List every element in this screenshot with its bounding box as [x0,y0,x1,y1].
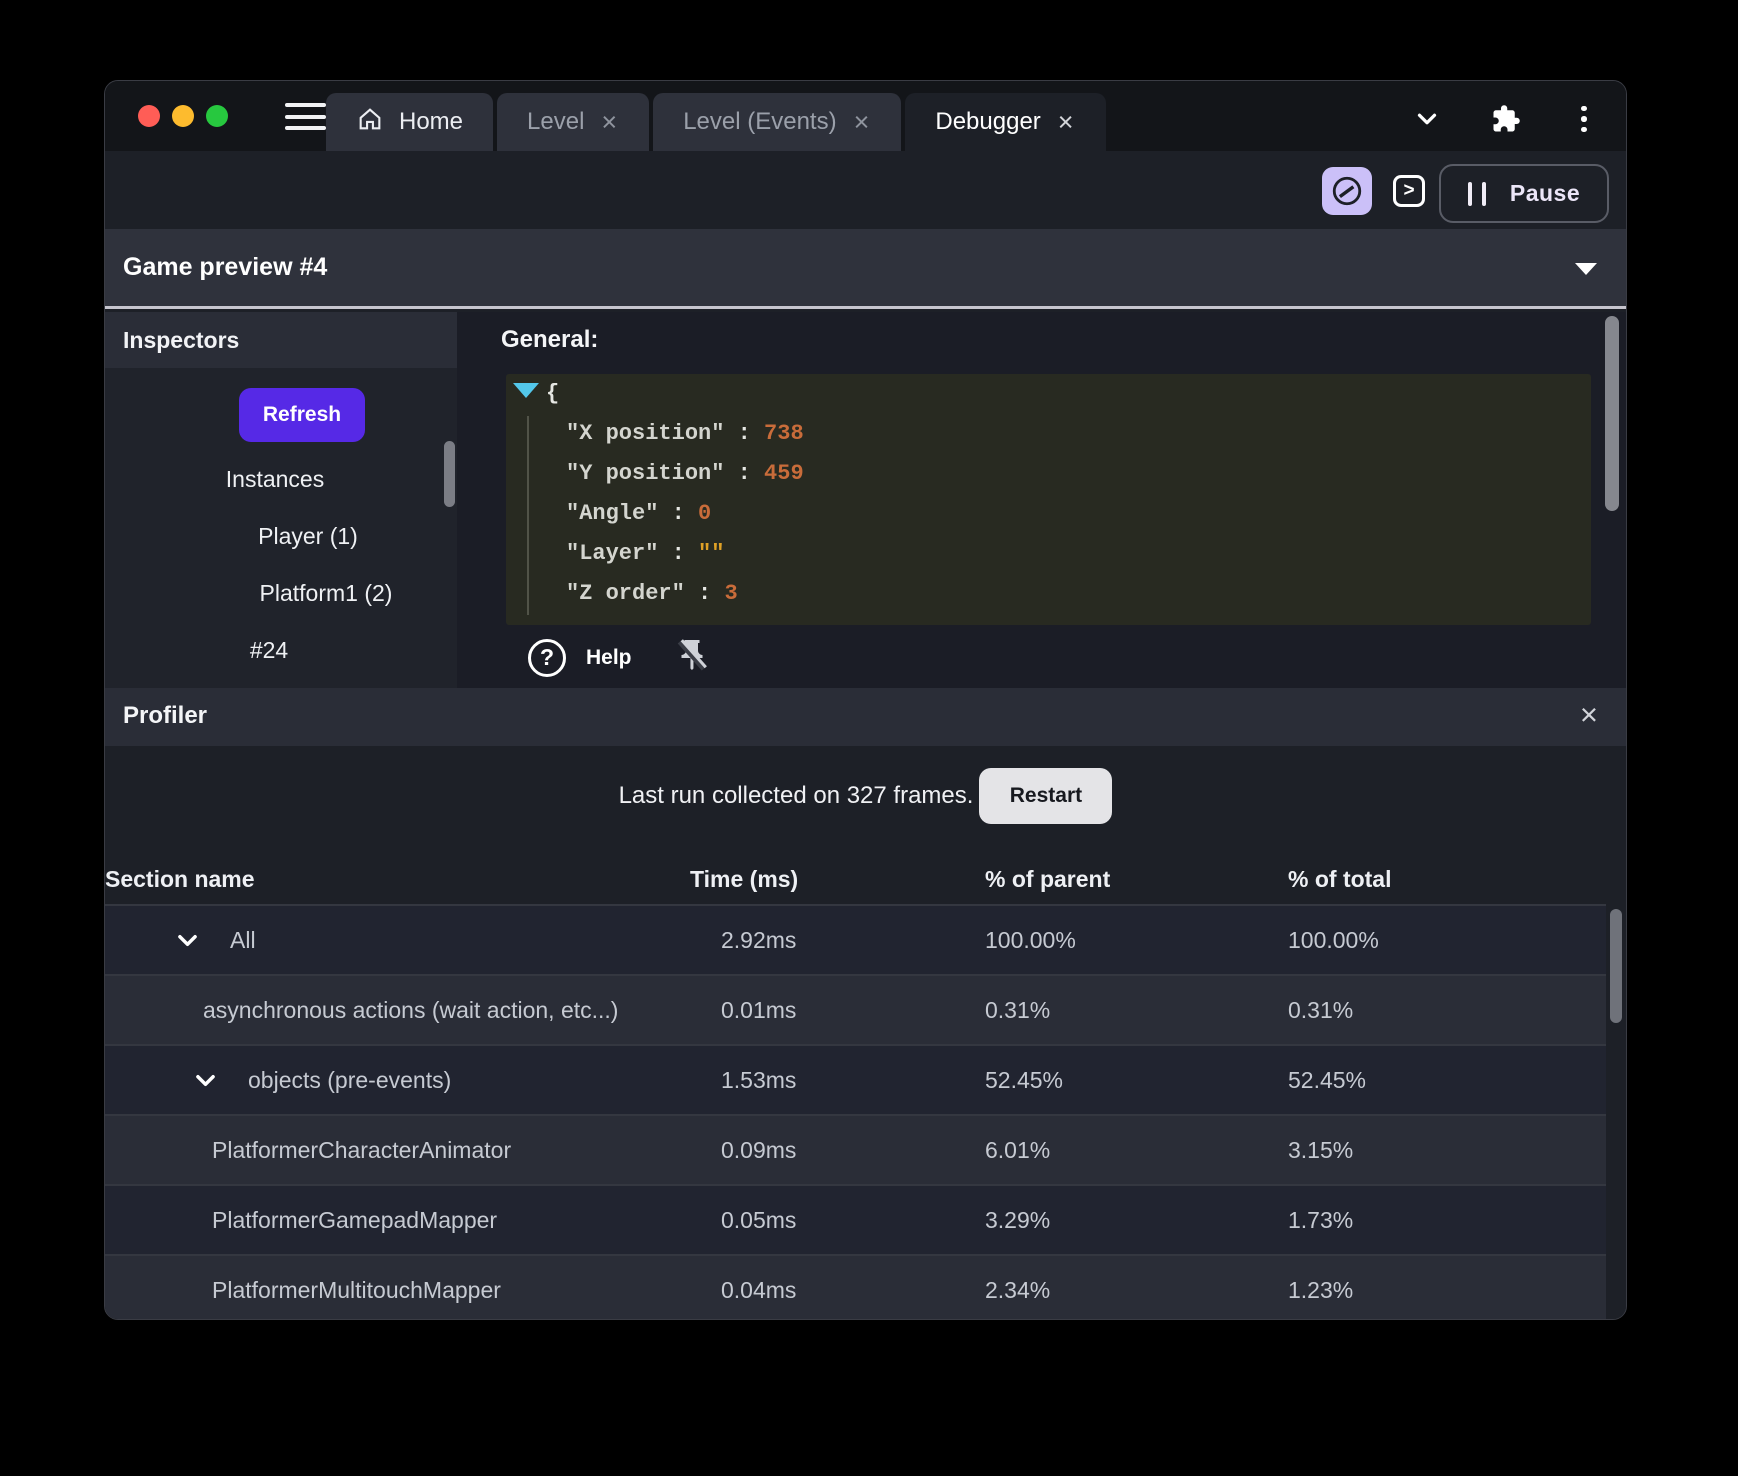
help-label[interactable]: Help [586,646,632,670]
debugger-window: Home Level × Level (Events) × Debugger × [104,80,1627,1320]
inspectors-header: Inspectors [105,312,457,368]
inspectors-panel: Inspectors Refresh Instances Player (1) … [105,312,457,688]
col-header-time: Time (ms) [690,865,799,892]
tab-bar: Home Level × Level (Events) × Debugger × [326,93,1106,151]
chevron-down-icon[interactable] [1575,263,1597,275]
chevron-down-icon[interactable] [190,1067,221,1093]
code-line: "Layer" : "" [566,541,725,566]
tab-label: Level (Events) [683,108,837,135]
general-panel: General: { "X position" : 738 "Y positio… [457,312,1626,688]
minimize-window-button[interactable] [172,105,194,127]
profiler-status-text: Last run collected on 327 frames. [618,782,974,809]
code-line: { [546,381,560,406]
profiler-table: Section name Time (ms) % of parent % of … [105,854,1626,1319]
tab-strip: Home Level × Level (Events) × Debugger × [105,81,1626,151]
code-line: "Z order" : 3 [566,581,738,606]
help-icon[interactable]: ? [528,638,566,677]
col-header-section: Section name [105,865,255,892]
tab-label: Home [399,108,464,135]
game-preview-title: Game preview #4 [123,253,328,281]
col-header-parent: % of parent [985,865,1111,892]
table-row[interactable]: All 2.92ms 100.00% 100.00% [105,904,1626,974]
tree-item-24[interactable]: #24 [105,637,445,664]
game-preview-header[interactable]: Game preview #4 [105,229,1626,309]
close-icon[interactable]: × [1056,108,1076,136]
window-controls [138,105,228,127]
instance-json-view: { "X position" : 738 "Y position" : 459 … [506,374,1591,625]
close-window-button[interactable] [138,105,160,127]
general-title: General: [501,326,599,353]
pause-button[interactable]: Pause [1439,164,1609,223]
code-line: "Y position" : 459 [566,461,804,486]
table-row[interactable]: PlatformerMultitouchMapper 0.04ms 2.34% … [105,1254,1626,1319]
table-row[interactable]: asynchronous actions (wait action, etc..… [105,974,1626,1044]
inspectors-scrollbar-thumb[interactable] [444,441,455,507]
table-row[interactable]: objects (pre-events) 1.53ms 52.45% 52.45… [105,1044,1626,1114]
col-header-total: % of total [1288,865,1392,892]
extensions-puzzle-icon[interactable] [1490,103,1522,135]
profiler-scrollbar-thumb[interactable] [1610,909,1622,1023]
tree-item-instances[interactable]: Instances [105,466,451,493]
tab-level[interactable]: Level × [497,93,650,151]
table-row[interactable]: PlatformerCharacterAnimator 0.09ms 6.01%… [105,1114,1626,1184]
indent-guide [527,416,529,615]
general-scrollbar-thumb[interactable] [1605,316,1619,511]
inspector-panels: Inspectors Refresh Instances Player (1) … [105,312,1626,688]
menu-icon[interactable] [285,103,326,130]
pause-label: Pause [1509,180,1581,206]
kebab-menu-icon[interactable] [1568,103,1600,135]
tree-item-platform1[interactable]: Platform1 (2) [150,580,502,607]
home-icon [356,105,384,140]
code-line: "Angle" : 0 [566,501,712,526]
close-icon[interactable]: × [599,108,619,136]
code-line: "X position" : 738 [566,421,804,446]
profiler-body: Last run collected on 327 frames. Restar… [105,746,1626,1319]
console-prompt: > [1403,180,1415,201]
profiler-gauge-button[interactable] [1322,167,1372,215]
pin-slash-icon[interactable] [674,636,710,679]
tab-debugger[interactable]: Debugger × [905,93,1106,151]
inspectors-title: Inspectors [123,326,240,353]
pause-icon [1467,181,1486,206]
table-header-row: Section name Time (ms) % of parent % of … [105,854,1626,904]
chevron-down-icon[interactable] [172,927,203,953]
table-row[interactable]: PlatformerGamepadMapper 0.05ms 3.29% 1.7… [105,1184,1626,1254]
refresh-button[interactable]: Refresh [239,388,365,442]
debugger-toolbar: > Pause [105,151,1626,229]
maximize-window-button[interactable] [206,105,228,127]
console-button[interactable]: > [1393,175,1425,207]
profiler-title: Profiler [123,702,208,729]
tab-label: Level [527,108,585,135]
restart-button[interactable]: Restart [979,768,1113,824]
collapse-triangle-icon[interactable] [513,383,539,398]
help-row: ? Help [528,636,710,679]
tab-level-events[interactable]: Level (Events) × [653,93,902,151]
tree-item-player[interactable]: Player (1) [132,523,484,550]
tab-label: Debugger [935,108,1041,135]
close-icon[interactable]: × [852,108,872,136]
tab-home[interactable]: Home [326,93,494,151]
profiler-scrollbar-track[interactable] [1606,904,1626,1319]
profiler-header: Profiler × [105,688,1626,746]
profiler-status-row: Last run collected on 327 frames. Restar… [105,768,1626,824]
close-icon[interactable]: × [1580,697,1598,733]
chevron-down-icon[interactable] [1411,103,1443,135]
